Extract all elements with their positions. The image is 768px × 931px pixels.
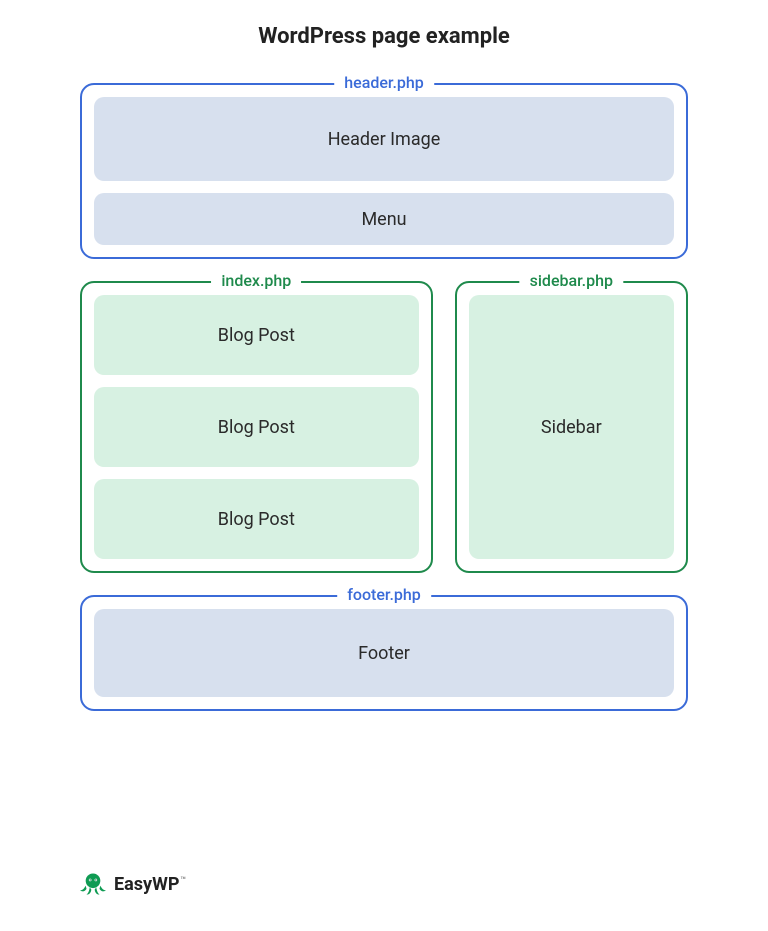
blog-post-text: Blog Post (218, 417, 295, 438)
menu-block: Menu (94, 193, 674, 245)
trademark-symbol: ™ (180, 876, 186, 886)
sidebar-block: Sidebar (469, 295, 674, 559)
blog-post-block: Blog Post (94, 479, 419, 559)
index-file-label: index.php (211, 271, 301, 290)
index-section: index.php Blog Post Blog Post Blog Post (80, 281, 433, 573)
footer-section: footer.php Footer (80, 595, 688, 711)
header-image-text: Header Image (328, 129, 441, 150)
footer-block: Footer (94, 609, 674, 697)
sidebar-text: Sidebar (541, 417, 602, 438)
header-image-block: Header Image (94, 97, 674, 181)
page-title: WordPress page example (80, 24, 688, 49)
footer-text: Footer (358, 643, 410, 664)
header-file-label: header.php (334, 73, 434, 92)
footer-file-label: footer.php (337, 585, 431, 604)
blog-post-text: Blog Post (218, 325, 295, 346)
blog-post-block: Blog Post (94, 295, 419, 375)
header-section: header.php Header Image Menu (80, 83, 688, 259)
sidebar-file-label: sidebar.php (520, 271, 623, 290)
octopus-icon (80, 871, 106, 897)
brand-logo: EasyWP™ (80, 871, 186, 897)
blog-post-text: Blog Post (218, 509, 295, 530)
sidebar-section: sidebar.php Sidebar (455, 281, 688, 573)
brand-name: EasyWP™ (114, 874, 186, 895)
blog-post-block: Blog Post (94, 387, 419, 467)
menu-text: Menu (361, 209, 406, 230)
